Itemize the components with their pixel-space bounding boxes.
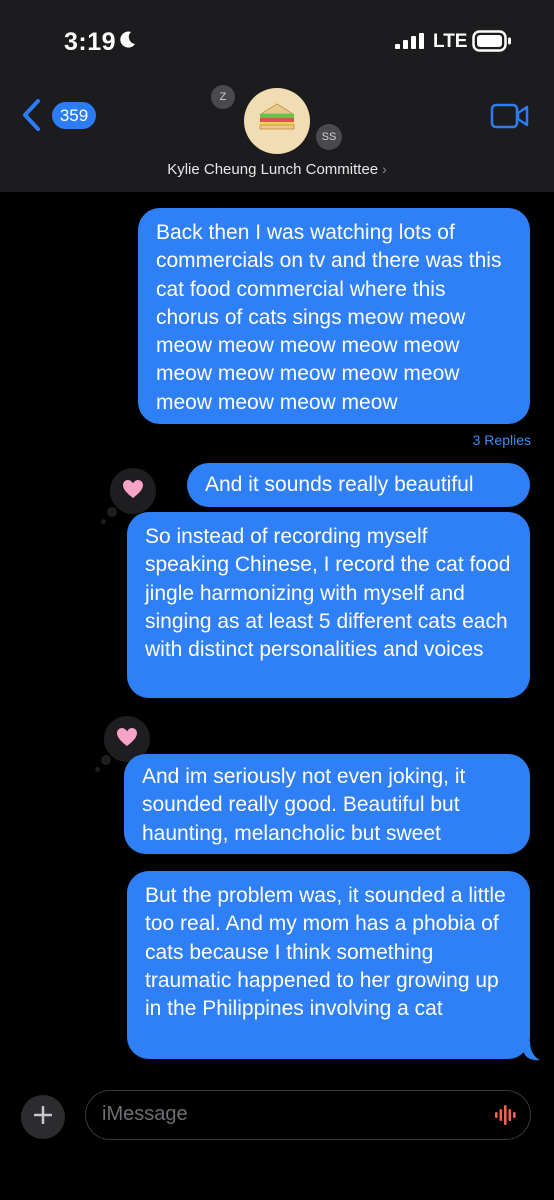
member-avatar-z[interactable]: Z [211,85,235,109]
audio-message-icon[interactable] [494,1103,518,1132]
heart-icon [122,479,144,504]
member-avatar-ss[interactable]: SS [316,124,342,150]
message-bubble[interactable]: But the problem was, it sounded a little… [127,871,530,1059]
focus-moon-icon [120,31,136,54]
chevron-right-icon: › [382,161,387,177]
sandwich-icon [257,102,297,141]
message-input[interactable] [102,1091,482,1137]
add-attachment-button[interactable] [21,1095,65,1139]
group-avatar[interactable] [244,88,310,154]
video-call-icon[interactable] [490,101,530,136]
tapback-tail-dot [95,767,100,772]
message-bubble[interactable]: So instead of recording myself speaking … [127,512,530,698]
tapback-tail-dot [101,519,106,524]
network-type: LTE [433,31,468,52]
tapback-tail-dot [101,755,111,765]
plus-icon [33,1105,53,1129]
heart-icon [116,727,138,752]
unread-count-badge[interactable]: 359 [52,102,96,129]
message-bubble[interactable]: Back then I was watching lots of commerc… [138,208,530,424]
battery-icon [472,30,512,57]
message-bubble[interactable]: And it sounds really beautiful [187,463,530,507]
thread-replies-link[interactable]: 3 Replies [473,432,531,448]
cellular-signal-icon [395,33,425,54]
message-input-container [85,1090,531,1140]
status-time: 3:19 [64,28,117,56]
back-chevron-icon[interactable] [20,98,42,137]
conversation-header: 3:19 LTE 359 Z SS Kylie Cheung Lunch Com… [0,0,554,192]
bubble-tail [524,1041,540,1066]
tapback-tail-dot [107,507,117,517]
group-name[interactable]: Kylie Cheung Lunch Committee › [0,161,554,178]
tapback-reaction[interactable] [110,468,156,514]
message-bubble[interactable]: And im seriously not even joking, it sou… [124,754,530,854]
